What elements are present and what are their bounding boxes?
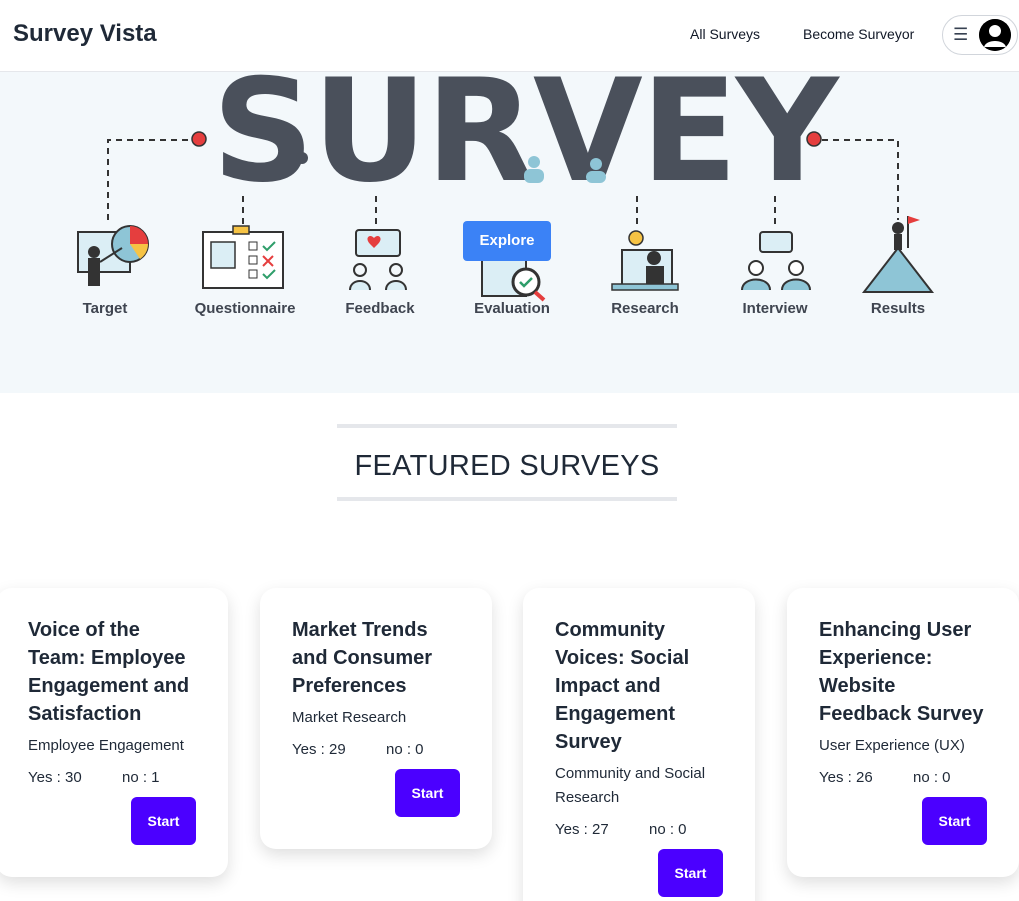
questionnaire-icon: [202, 225, 284, 289]
red-dot-icon: [806, 131, 822, 147]
yes-count: Yes : 27: [555, 821, 609, 838]
brand-logo[interactable]: Survey Vista: [13, 20, 157, 48]
survey-card-category: Employee Engagement: [28, 737, 184, 754]
no-count: no : 0: [649, 821, 687, 838]
target-icon: [77, 225, 149, 286]
explore-button[interactable]: Explore: [463, 221, 551, 261]
survey-card-votes: Yes : 30 no : 1: [28, 766, 200, 790]
hamburger-menu-icon: ☰: [953, 25, 969, 44]
interview-icon: [741, 231, 811, 291]
user-menu-button[interactable]: ☰: [942, 15, 1018, 55]
survey-card-title: Community Voices: Social Impact and Enga…: [555, 619, 690, 753]
survey-card-title: Enhancing User Experience: Website Feedb…: [819, 619, 984, 725]
start-survey-button[interactable]: Start: [131, 797, 196, 845]
yes-count: Yes : 26: [819, 769, 873, 786]
results-icon: [861, 216, 935, 293]
survey-card: Market Trends and Consumer Preferences M…: [260, 588, 492, 849]
yes-count: Yes : 30: [28, 769, 82, 786]
survey-card-category: Community and Social Research: [555, 765, 706, 806]
no-count: no : 0: [913, 769, 951, 786]
survey-card: Community Voices: Social Impact and Enga…: [523, 588, 755, 901]
step-label-results: Results: [870, 300, 926, 317]
survey-card: Voice of the Team: Employee Engagement a…: [0, 588, 228, 877]
yes-count: Yes : 29: [292, 741, 346, 758]
people-icon: [296, 152, 606, 183]
nav-all-surveys[interactable]: All Surveys: [690, 26, 760, 42]
navbar: Survey Vista All Surveys Become Surveyor…: [0, 0, 1019, 72]
step-label-questionnaire: Questionnaire: [194, 300, 296, 317]
step-label-feedback: Feedback: [345, 300, 415, 317]
step-label-research: Research: [611, 300, 679, 317]
step-label-target: Target: [82, 300, 128, 317]
survey-card-category: Market Research: [292, 709, 407, 726]
survey-card-category: User Experience (UX): [819, 737, 965, 754]
survey-card-votes: Yes : 26 no : 0: [819, 766, 991, 790]
survey-card-votes: Yes : 29 no : 0: [292, 738, 464, 762]
survey-card-votes: Yes : 27 no : 0: [555, 818, 727, 842]
nav-become-surveyor[interactable]: Become Surveyor: [803, 26, 914, 42]
no-count: no : 1: [122, 769, 160, 786]
user-avatar-icon: [979, 19, 1011, 51]
start-survey-button[interactable]: Start: [922, 797, 987, 845]
featured-surveys-heading: FEATURED SURVEYS: [337, 424, 677, 501]
featured-surveys-title: FEATURED SURVEYS: [354, 450, 660, 482]
feedback-icon: [349, 229, 407, 291]
start-survey-button[interactable]: Start: [658, 849, 723, 897]
research-icon: [611, 230, 679, 291]
red-dot-icon: [191, 131, 207, 147]
step-label-evaluation: Evaluation: [474, 300, 550, 317]
no-count: no : 0: [386, 741, 424, 758]
step-label-interview: Interview: [742, 300, 808, 317]
survey-card-title: Voice of the Team: Employee Engagement a…: [28, 619, 190, 725]
survey-card: Enhancing User Experience: Website Feedb…: [787, 588, 1019, 877]
survey-card-title: Market Trends and Consumer Preferences: [292, 619, 433, 697]
hero-banner: SURVEY Target Questionnaire Feedback Eva…: [0, 72, 1019, 393]
start-survey-button[interactable]: Start: [395, 769, 460, 817]
